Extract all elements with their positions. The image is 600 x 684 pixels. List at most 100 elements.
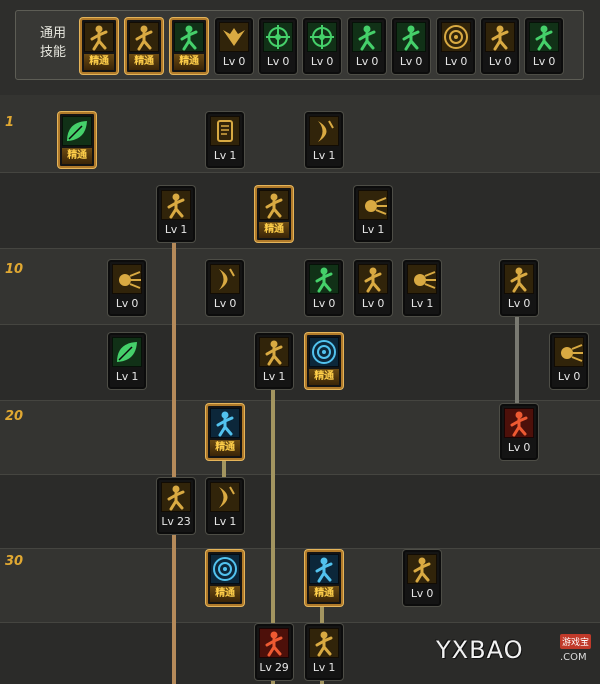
- skill-tree-slot[interactable]: Lv 0: [500, 404, 538, 460]
- common-skill-slot[interactable]: Lv 0: [259, 18, 297, 74]
- blue-warrior-icon: [309, 554, 339, 584]
- sliding-kick-icon: [407, 554, 437, 584]
- skill-level-label: Lv 0: [266, 55, 290, 68]
- skill-level-label: Lv 29: [259, 661, 289, 674]
- twisting-figure-icon: [161, 482, 191, 512]
- skill-tree-slot[interactable]: Lv 1: [157, 186, 195, 242]
- skill-tree-slot[interactable]: Lv 1: [206, 478, 244, 534]
- row-divider: [0, 400, 600, 401]
- skill-tree-slot[interactable]: Lv 0: [403, 550, 441, 606]
- skill-tree-slot[interactable]: 精通: [305, 550, 343, 606]
- skill-tree-slot[interactable]: 精通: [206, 550, 244, 606]
- skill-slot-frame: Lv 0: [206, 260, 244, 316]
- skill-tree-slot[interactable]: Lv 1: [403, 260, 441, 316]
- sitting-figure-icon: [84, 22, 114, 52]
- mastery-badge: 精通: [84, 54, 114, 70]
- skill-slot-frame: Lv 1: [255, 333, 293, 389]
- skill-slot-frame: Lv 0: [500, 260, 538, 316]
- common-skill-slot[interactable]: Lv 0: [215, 18, 253, 74]
- punch-figure-icon: [504, 264, 534, 294]
- skill-slot-frame: 精通: [80, 18, 118, 74]
- common-skill-slot[interactable]: Lv 0: [481, 18, 519, 74]
- skill-level-label: Lv 0: [532, 55, 556, 68]
- slash-marks-icon: [210, 482, 240, 512]
- scatter-sparks-icon: [112, 264, 142, 294]
- level-marker: 30: [5, 554, 24, 569]
- site-watermark: YXBAO 游戏宝 .COM: [436, 630, 596, 670]
- skill-slot-frame: Lv 1: [108, 333, 146, 389]
- dash-figure-icon: [352, 22, 382, 52]
- skill-slot-frame: Lv 0: [108, 260, 146, 316]
- skill-tree-slot[interactable]: Lv 0: [500, 260, 538, 316]
- skill-level-label: Lv 0: [444, 55, 468, 68]
- common-skill-slot[interactable]: 精通: [170, 18, 208, 74]
- skill-tree-slot[interactable]: Lv 1: [305, 112, 343, 168]
- skill-slot-frame: Lv 29: [255, 624, 293, 680]
- mastery-badge: 精通: [129, 54, 159, 70]
- skill-tree-slot[interactable]: Lv 1: [108, 333, 146, 389]
- skill-slot-frame: Lv 0: [481, 18, 519, 74]
- skill-tree-slot[interactable]: Lv 1: [305, 624, 343, 680]
- level-marker: 10: [5, 262, 24, 277]
- skill-slot-frame: Lv 0: [303, 18, 341, 74]
- level-marker: 20: [5, 409, 24, 424]
- watermark-suffix: .COM: [560, 652, 587, 663]
- mastery-badge: 精通: [309, 369, 339, 385]
- blue-starburst-icon: [210, 554, 240, 584]
- skill-level-label: Lv 0: [410, 587, 434, 600]
- skill-tree-slot[interactable]: Lv 1: [354, 186, 392, 242]
- skill-slot-frame: Lv 0: [437, 18, 475, 74]
- skill-slot-frame: Lv 0: [215, 18, 253, 74]
- common-skill-slot[interactable]: 精通: [80, 18, 118, 74]
- skill-tree-slot[interactable]: Lv 1: [206, 112, 244, 168]
- skill-slot-frame: Lv 0: [392, 18, 430, 74]
- wings-icon: [219, 22, 249, 52]
- skill-tree-slot[interactable]: Lv 0: [305, 260, 343, 316]
- red-strike-icon: [504, 408, 534, 438]
- skill-tree-slot[interactable]: Lv 0: [206, 260, 244, 316]
- skill-tree-slot[interactable]: 精通: [255, 186, 293, 242]
- skill-level-label: Lv 0: [488, 55, 512, 68]
- row-divider: [0, 622, 600, 623]
- common-skill-slot[interactable]: Lv 0: [525, 18, 563, 74]
- common-skill-slot[interactable]: Lv 0: [437, 18, 475, 74]
- skill-slot-frame: 精通: [305, 333, 343, 389]
- blue-aura-figure-icon: [210, 408, 240, 438]
- skill-tree-slot[interactable]: Lv 29: [255, 624, 293, 680]
- spin-kick-icon: [161, 190, 191, 220]
- skill-slot-frame: Lv 0: [305, 260, 343, 316]
- watermark-logo-text: YXBAO: [436, 636, 524, 664]
- skill-tree-slot[interactable]: Lv 1: [255, 333, 293, 389]
- spiral-ring-icon: [441, 22, 471, 52]
- skill-level-label: Lv 1: [361, 223, 385, 236]
- skill-level-label: Lv 1: [213, 515, 237, 528]
- common-skill-slot[interactable]: 精通: [125, 18, 163, 74]
- skill-slot-frame: Lv 0: [403, 550, 441, 606]
- fireball-icon: [554, 337, 584, 367]
- mastery-badge: 精通: [174, 54, 204, 70]
- skill-slot-frame: Lv 23: [157, 478, 195, 534]
- skill-tree-slot[interactable]: 精通: [305, 333, 343, 389]
- skill-level-label: Lv 0: [507, 297, 531, 310]
- skill-tree-slot[interactable]: Lv 23: [157, 478, 195, 534]
- skill-tree-slot[interactable]: 精通: [58, 112, 96, 168]
- common-skill-slot[interactable]: Lv 0: [392, 18, 430, 74]
- skill-slot-frame: 精通: [206, 550, 244, 606]
- skill-connector-line: [172, 236, 176, 684]
- green-swirl-icon: [62, 116, 92, 146]
- skill-level-label: Lv 0: [507, 441, 531, 454]
- skill-tree-slot[interactable]: Lv 0: [108, 260, 146, 316]
- common-skill-slot[interactable]: Lv 0: [303, 18, 341, 74]
- skill-tree-slot[interactable]: 精通: [206, 404, 244, 460]
- skill-slot-frame: Lv 0: [348, 18, 386, 74]
- skill-level-label: Lv 0: [115, 297, 139, 310]
- skill-tree-slot[interactable]: Lv 0: [550, 333, 588, 389]
- skill-level-label: Lv 1: [164, 223, 188, 236]
- common-skill-slot[interactable]: Lv 0: [348, 18, 386, 74]
- skill-tree-slot[interactable]: Lv 0: [354, 260, 392, 316]
- skill-level-label: Lv 0: [399, 55, 423, 68]
- red-fist-icon: [259, 628, 289, 658]
- skill-level-label: Lv 1: [115, 370, 139, 383]
- crouch-strike-icon: [396, 22, 426, 52]
- shatter-icon: [407, 264, 437, 294]
